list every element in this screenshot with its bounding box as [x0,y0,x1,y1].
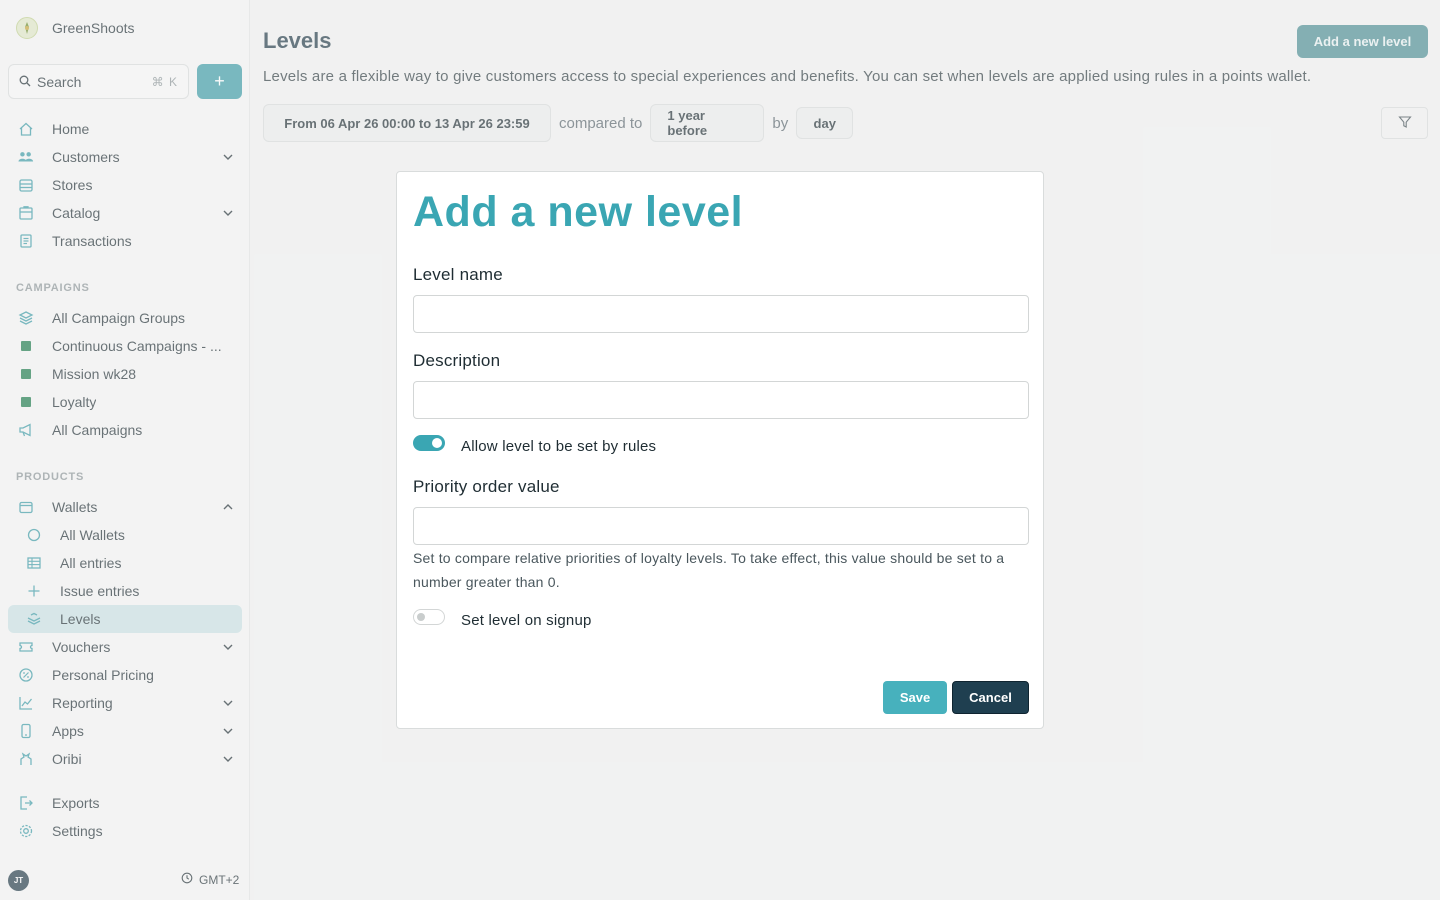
allow-rules-label: Allow level to be set by rules [461,438,657,455]
level-name-label: Level name [413,265,503,284]
level-name-input[interactable] [413,295,1029,333]
cancel-button[interactable]: Cancel [952,681,1029,714]
priority-label: Priority order value [413,477,560,496]
add-level-modal: Add a new level Level name Description A… [396,171,1044,729]
signup-toggle[interactable] [413,609,445,625]
description-input[interactable] [413,381,1029,419]
signup-label: Set level on signup [461,612,592,629]
modal-title: Add a new level [413,188,744,236]
priority-input[interactable] [413,507,1029,545]
priority-help-text: Set to compare relative priorities of lo… [413,550,1005,590]
save-button[interactable]: Save [883,681,947,714]
allow-rules-toggle[interactable] [413,435,445,451]
description-label: Description [413,351,501,370]
